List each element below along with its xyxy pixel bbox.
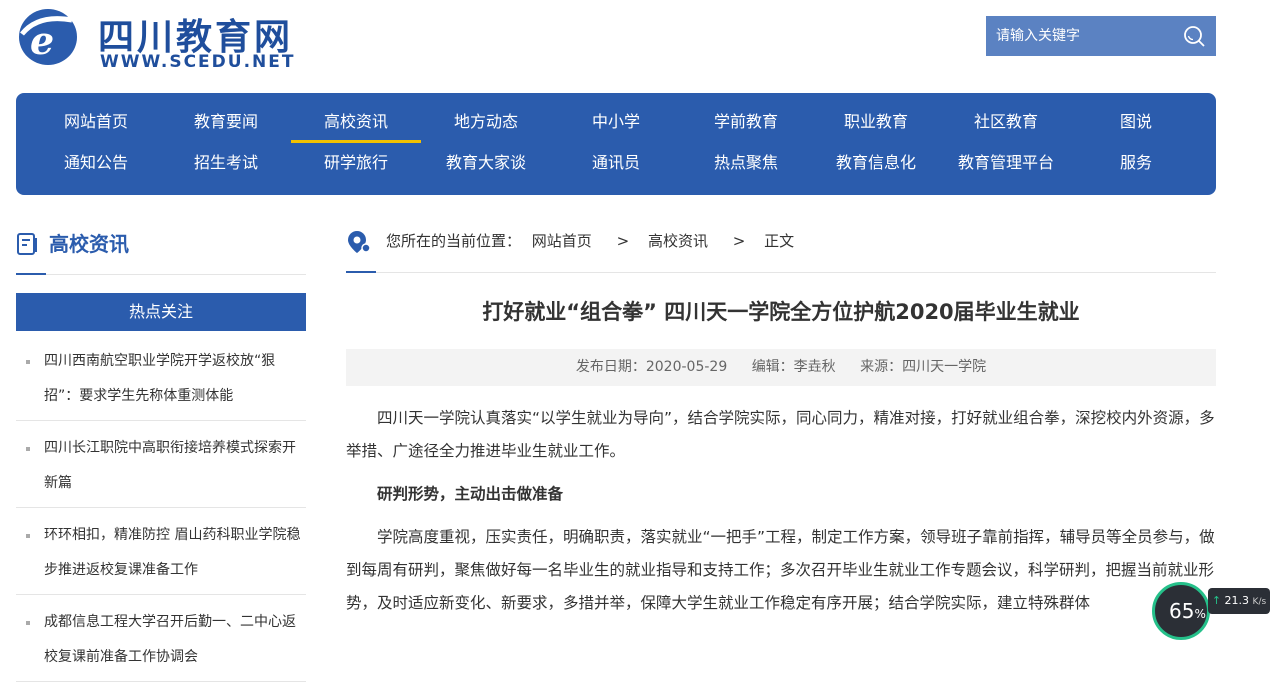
article-editor: 编辑：李垚秋 [751,359,836,375]
usage-percent: 65% [1169,599,1206,623]
search-icon[interactable] [1182,24,1206,48]
network-monitor-widget[interactable]: 65% ↑ 21.3 K/s [1152,582,1272,640]
search-box [986,16,1216,56]
sidebar-section-title: 高校资讯 [49,232,129,256]
nav-correspondents[interactable]: 通讯员 [551,148,681,178]
breadcrumb-separator: > [732,232,746,250]
logo-e-icon: e [19,9,77,65]
publish-date: 发布日期：2020-05-29 [575,359,728,375]
hot-topics-list: 四川西南航空职业学院开学返校放“狠招”：要求学生先称体重测体能 四川长江职院中高… [16,344,306,692]
network-speed: ↑ 21.3 K/s [1208,588,1270,614]
usage-gauge: 65% [1152,582,1210,640]
document-icon [17,233,37,255]
location-pin-icon [348,231,371,253]
nav-preschool[interactable]: 学前教育 [681,107,811,137]
nav-admissions[interactable]: 招生考试 [161,148,291,178]
hot-topics-header: 热点关注 [16,293,306,331]
article-body: 四川天一学院认真落实“以学生就业为导向”，结合学院实际，同心同力，精准对接，打好… [346,402,1216,630]
nav-forum[interactable]: 教育大家谈 [421,148,551,178]
breadcrumb-prefix: 您所在的当前位置： [386,232,522,250]
nav-university-news[interactable]: 高校资讯 [291,107,421,143]
hot-topic-item[interactable]: 环环相扣，精准防控 眉山药科职业学院稳步推进返校复课准备工作 [16,518,306,595]
nav-notices[interactable]: 通知公告 [31,148,161,178]
breadcrumb-separator: > [616,232,630,250]
speed-value: 21.3 [1224,594,1250,607]
breadcrumb-section[interactable]: 高校资讯 [648,232,708,250]
nav-community[interactable]: 社区教育 [941,107,1071,137]
nav-local-news[interactable]: 地方动态 [421,107,551,137]
nav-pictures[interactable]: 图说 [1071,107,1201,137]
nav-edu-it[interactable]: 教育信息化 [811,148,941,178]
article-title: 打好就业“组合拳” 四川天一学院全方位护航2020届毕业生就业 [482,300,1080,324]
article-source: 来源：四川天一学院 [860,359,987,375]
hot-topic-item[interactable]: 成都信息工程大学召开后勤一、二中心返校复课前准备工作协调会 [16,605,306,682]
breadcrumb-underline [346,271,376,273]
nav-management-platform[interactable]: 教育管理平台 [941,148,1071,178]
hot-topic-item[interactable]: 四川长江职院中高职衔接培养模式探索开新篇 [16,431,306,508]
article-paragraph: 四川天一学院认真落实“以学生就业为导向”，结合学院实际，同心同力，精准对接，打好… [346,409,1215,460]
article-paragraph: 学院高度重视，压实责任，明确职责，落实就业“一把手”工程，制定工作方案，领导班子… [346,528,1215,612]
search-input[interactable] [986,16,1166,56]
speed-unit: K/s [1252,597,1267,607]
nav-study-travel[interactable]: 研学旅行 [291,148,421,178]
article-meta: 发布日期：2020-05-29 编辑：李垚秋 来源：四川天一学院 [346,349,1216,386]
breadcrumb-text: 您所在的当前位置： 网站首页 > 高校资讯 > 正文 [386,230,800,251]
svg-text:e: e [30,18,54,63]
article-subheading: 研判形势，主动出击做准备 [377,485,564,503]
site-url: WWW.SCEDU.NET [100,52,296,72]
breadcrumb: 您所在的当前位置： 网站首页 > 高校资讯 > 正文 [346,224,1216,273]
nav-education-news[interactable]: 教育要闻 [161,107,291,137]
upload-arrow-icon: ↑ [1211,594,1222,607]
main-nav: 网站首页 教育要闻 高校资讯 地方动态 中小学 学前教育 职业教育 社区教育 图… [16,93,1216,195]
hot-topic-item[interactable]: 四川西南航空职业学院开学返校放“狠招”：要求学生先称体重测体能 [16,344,306,421]
breadcrumb-current: 正文 [764,232,795,250]
breadcrumb-home[interactable]: 网站首页 [532,232,592,250]
nav-hot-topics[interactable]: 热点聚焦 [681,148,811,178]
sidebar-section-header: 高校资讯 [16,228,306,275]
section-underline [16,273,46,275]
nav-services[interactable]: 服务 [1071,148,1201,178]
nav-home[interactable]: 网站首页 [31,107,161,137]
site-logo[interactable]: e 四川教育网 WWW.SCEDU.NET [16,4,306,74]
nav-k12[interactable]: 中小学 [551,107,681,137]
nav-vocational[interactable]: 职业教育 [811,107,941,137]
